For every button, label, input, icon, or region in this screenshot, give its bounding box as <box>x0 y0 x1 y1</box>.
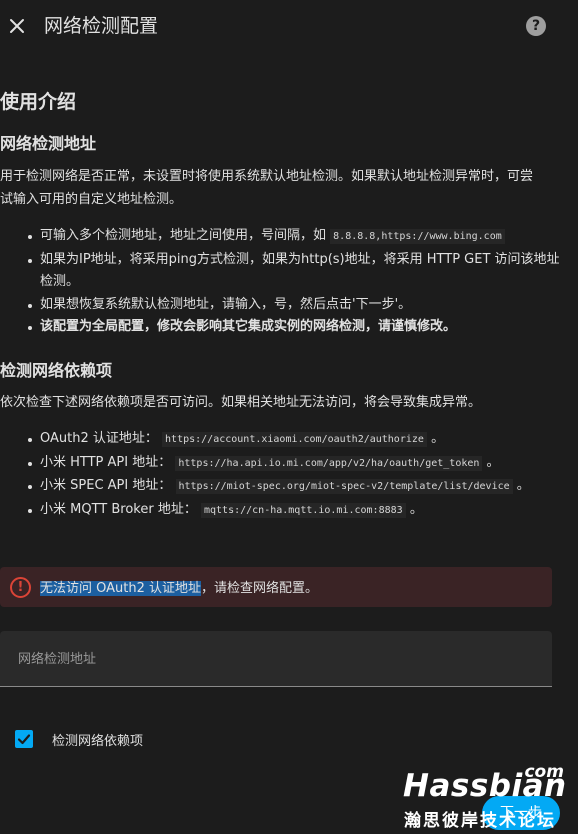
list-item: 小米 SPEC API 地址： https://miot-spec.org/mi… <box>28 475 560 499</box>
list-item: OAuth2 认证地址： https://account.xiaomi.com/… <box>28 428 560 452</box>
close-button[interactable] <box>6 12 28 38</box>
alert-highlight: 无法访问 OAuth2 认证地址 <box>40 581 202 596</box>
address-section-paragraph: 用于检测网络是否正常，未设置时将使用系统默认地址检测。如果默认地址检测异常时，可… <box>0 169 534 207</box>
intro-heading: 使用介绍 <box>0 91 77 113</box>
check-dependencies-checkbox[interactable] <box>15 730 33 748</box>
dialog-header: 网络检测配置 ? <box>0 0 578 50</box>
checkmark-icon <box>17 734 31 745</box>
dependency-url-code: https://ha.api.io.mi.com/app/v2/ha/oauth… <box>175 455 483 471</box>
help-circle-icon[interactable]: ? <box>526 16 546 36</box>
dependency-url-code: https://miot-spec.org/miot-spec-v2/templ… <box>175 479 513 494</box>
watermark-tld: .com <box>518 762 564 782</box>
dialog-title: 网络检测配置 <box>44 15 159 37</box>
example-address-code: 8.8.8.8,https://www.bing.com <box>330 229 505 244</box>
error-alert: ! 无法访问 OAuth2 认证地址，请检查网络配置。 <box>0 567 552 607</box>
list-item: 如果想恢复系统默认检测地址，请输入，号，然后点击'下一步'。 <box>28 294 560 317</box>
address-input[interactable] <box>16 631 540 688</box>
error-circle-icon: ! <box>10 577 31 598</box>
close-icon[interactable] <box>9 18 25 34</box>
dependency-section-paragraph: 依次检查下述网络依赖项是否可访问。如果相关地址无法访问，将会导致集成异常。 <box>0 395 482 410</box>
address-rules-list: 可输入多个检测地址，地址之间使用，号间隔，如 8.8.8.8,https://w… <box>0 225 560 339</box>
list-item: 如果为IP地址，将采用ping方式检测，如果为http(s)地址，将采用 HTT… <box>28 249 560 294</box>
dependency-url-code: https://account.xiaomi.com/oauth2/author… <box>162 432 427 447</box>
dependency-list: OAuth2 认证地址： https://account.xiaomi.com/… <box>0 428 560 522</box>
alert-rest: ，请检查网络配置。 <box>201 581 319 596</box>
address-section-heading: 网络检测地址 <box>0 134 97 153</box>
list-item: 该配置为全局配置，修改会影响其它集成实例的网络检测，请谨慎修改。 <box>28 316 560 339</box>
dependency-section-heading: 检测网络依赖项 <box>0 361 113 380</box>
address-field[interactable] <box>0 631 552 688</box>
list-item: 小米 HTTP API 地址： https://ha.api.io.mi.com… <box>28 452 560 476</box>
check-dependencies-label[interactable]: 检测网络依赖项 <box>52 730 143 749</box>
next-button[interactable]: 下一步 <box>482 796 560 830</box>
dependency-url-code: mqtts://cn-ha.mqtt.io.mi.com:8883 <box>200 502 406 518</box>
list-item: 小米 MQTT Broker 地址： mqtts://cn-ha.mqtt.io… <box>28 499 560 523</box>
alert-message: 无法访问 OAuth2 认证地址，请检查网络配置。 <box>40 577 318 596</box>
list-item: 可输入多个检测地址，地址之间使用，号间隔，如 8.8.8.8,https://w… <box>28 225 560 249</box>
